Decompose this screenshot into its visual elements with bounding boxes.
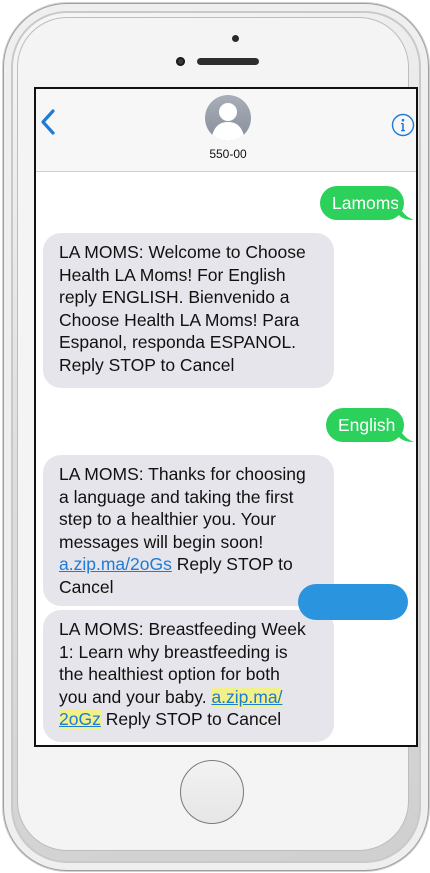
info-button[interactable] — [391, 113, 415, 137]
contact-name[interactable]: 550-00 — [136, 147, 320, 161]
chevron-left-icon — [41, 109, 55, 135]
message-line: Espanol, responda ESPANOL. — [59, 332, 297, 352]
message-line: Cancel — [59, 576, 114, 597]
message-bubble-incoming[interactable]: LA MOMS: Breastfeeding Week 1: Learn why… — [43, 610, 334, 742]
message-text: Reply STOP to — [176, 554, 293, 574]
message-line: LA MOMS: Welcome to Choose — [59, 242, 306, 262]
phone-screen: 550-00 Lamoms LA MOMS: Welcome to Choose… — [34, 87, 418, 747]
bubble-tail — [398, 200, 414, 220]
contact-avatar[interactable] — [205, 95, 251, 141]
back-button[interactable] — [38, 107, 60, 137]
message-bubble-outgoing[interactable]: English — [326, 408, 404, 442]
front-camera — [232, 35, 239, 42]
message-bubble-outgoing[interactable]: Lamoms — [320, 186, 404, 220]
bubble-tail — [398, 422, 414, 442]
message-line: a.zip.ma/2oGs Reply STOP to — [59, 553, 324, 576]
message-line: messages will begin soon! — [59, 531, 264, 552]
message-text: Reply STOP to Cancel — [105, 709, 282, 729]
earpiece-speaker — [197, 58, 259, 65]
message-line: LA MOMS: Breastfeeding Week — [59, 619, 306, 639]
message-line: step to a healthier you. Your — [59, 509, 276, 529]
message-line: Health LA Moms! For English — [59, 264, 286, 285]
message-link[interactable]: 2oGz — [59, 709, 101, 729]
message-bubble-incoming[interactable]: LA MOMS: Thanks for choosing a language … — [43, 455, 334, 606]
message-text: Lamoms — [332, 193, 400, 213]
message-link[interactable]: a.zip.ma/ — [211, 686, 283, 707]
conversation-header: 550-00 — [36, 89, 416, 172]
message-line: a language and taking the first — [59, 486, 294, 507]
message-link[interactable]: a.zip.ma/2oGs — [59, 554, 172, 574]
message-line: Reply STOP to Cancel — [59, 354, 235, 375]
message-line: Choose Health LA Moms! Para — [59, 309, 300, 330]
message-line: 1: Learn why breastfeeding is — [59, 641, 288, 662]
message-line: LA MOMS: Thanks for choosing — [59, 464, 306, 484]
message-text: you and your baby. — [59, 686, 207, 707]
message-text: English — [338, 415, 396, 435]
home-button[interactable] — [180, 760, 244, 824]
message-bubble-outgoing-partial[interactable] — [298, 584, 408, 620]
message-line: 2oGz Reply STOP to Cancel — [59, 708, 324, 731]
message-bubble-incoming[interactable]: LA MOMS: Welcome to Choose Health LA Mom… — [43, 233, 334, 388]
message-line: you and your baby. a.zip.ma/ — [59, 686, 324, 709]
message-line: the healthiest option for both — [59, 664, 280, 684]
proximity-sensor — [176, 57, 185, 66]
message-line: reply ENGLISH. Bienvenido a — [59, 287, 290, 307]
person-silhouette-icon — [211, 103, 245, 141]
info-circle-icon — [391, 113, 415, 137]
